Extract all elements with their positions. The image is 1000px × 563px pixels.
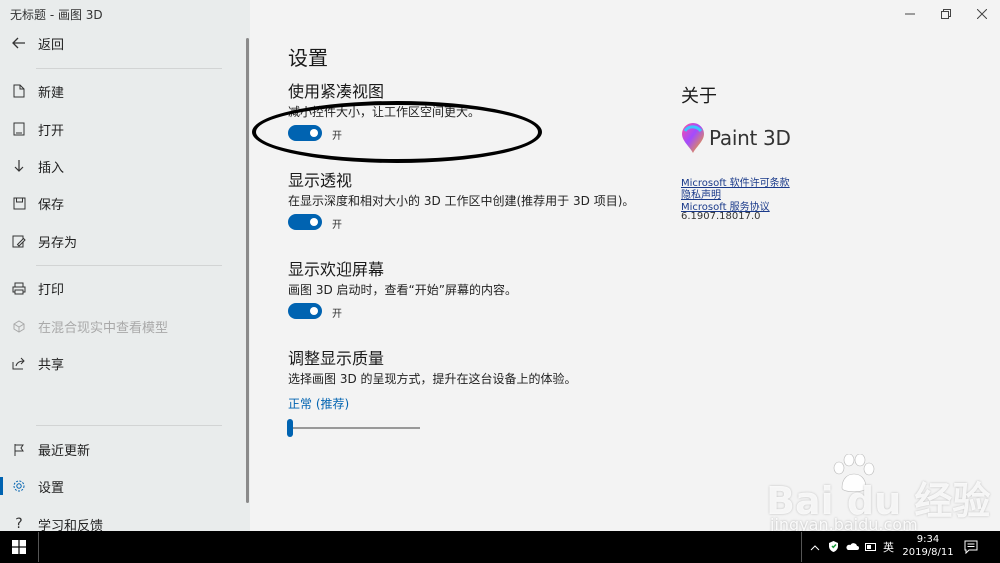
sidebar-item-label: 插入 — [38, 160, 65, 176]
slider-thumb[interactable] — [287, 419, 293, 437]
perspective-state: 开 — [332, 220, 342, 231]
sidebar-item-whats-new[interactable]: 最近更新 — [0, 434, 244, 464]
sidebar-item-label: 最近更新 — [38, 443, 91, 459]
compact-view-title: 使用紧凑视图 — [288, 82, 385, 101]
new-file-icon — [0, 84, 38, 98]
windows-logo-icon — [12, 540, 26, 554]
taskbar: 英 9:34 2019/8/11 — [0, 531, 1000, 563]
display-quality-slider[interactable] — [288, 427, 420, 429]
sidebar-item-save-as[interactable]: 另存为 — [0, 226, 244, 256]
window-controls — [892, 0, 1000, 28]
sidebar-item-insert[interactable]: 插入 — [0, 151, 244, 181]
toggle-knob — [310, 307, 318, 315]
perspective-title: 显示透视 — [288, 171, 353, 190]
restore-button[interactable] — [928, 0, 964, 28]
minimize-icon — [905, 13, 915, 15]
perspective-desc: 在显示深度和相对大小的 3D 工作区中创建(推荐用于 3D 项目)。 — [288, 194, 635, 208]
sidebar-item-label: 设置 — [38, 480, 65, 496]
minimize-button[interactable] — [892, 0, 928, 28]
settings-panel: 设置 使用紧凑视图 减小控件大小，让工作区空间更大。 开 显示透视 在显示深度和… — [250, 0, 1000, 531]
page-title: 设置 — [288, 46, 328, 70]
notification-icon — [964, 540, 978, 555]
taskbar-clock[interactable]: 9:34 2019/8/11 — [900, 533, 956, 559]
paint3d-logo-text: Paint 3D — [709, 126, 791, 150]
security-shield-icon[interactable] — [828, 540, 839, 555]
insert-arrow-icon — [0, 159, 38, 173]
about-title: 关于 — [681, 86, 717, 107]
clock-time: 9:34 — [916, 534, 940, 545]
divider — [36, 68, 222, 69]
divider — [36, 265, 222, 266]
sidebar-scrollbar[interactable] — [246, 38, 249, 503]
save-icon — [0, 197, 38, 210]
display-quality-value: 正常 (推荐) — [288, 397, 350, 411]
sidebar-item-label: 另存为 — [38, 235, 78, 251]
sidebar-item-new[interactable]: 新建 — [0, 76, 244, 106]
battery-icon[interactable] — [865, 541, 877, 554]
annotation-ellipse — [252, 101, 542, 163]
ime-indicator[interactable]: 英 — [883, 539, 894, 555]
welcome-screen-desc: 画图 3D 启动时，查看“开始”屏幕的内容。 — [288, 283, 517, 297]
save-as-icon — [0, 235, 38, 248]
gear-icon — [0, 479, 38, 493]
sidebar-item-settings[interactable]: 设置 — [0, 471, 244, 501]
taskbar-search-box[interactable] — [38, 532, 802, 562]
start-button[interactable] — [0, 531, 38, 563]
open-file-icon — [0, 122, 38, 136]
printer-icon — [0, 282, 38, 295]
sidebar-item-open[interactable]: 打开 — [0, 114, 244, 144]
paint3d-logo-icon — [682, 123, 704, 153]
sidebar-item-save[interactable]: 保存 — [0, 188, 244, 218]
clock-date: 2019/8/11 — [902, 547, 954, 558]
sidebar: 无标题 - 画图 3D 返回 新建 打开 插入 保存 另存为 打印 在混合现实中… — [0, 0, 250, 534]
back-label: 返回 — [38, 37, 65, 53]
close-button[interactable] — [964, 0, 1000, 28]
paint3d-logo: Paint 3D — [681, 122, 791, 154]
sidebar-item-label: 在混合现实中查看模型 — [38, 320, 169, 336]
sidebar-item-mixed-reality: 在混合现实中查看模型 — [0, 311, 244, 341]
flag-icon — [0, 443, 38, 456]
welcome-screen-title: 显示欢迎屏幕 — [288, 260, 385, 279]
window-title: 无标题 - 画图 3D — [10, 8, 103, 22]
share-icon — [0, 357, 38, 370]
welcome-screen-state: 开 — [332, 309, 342, 320]
action-center-button[interactable] — [964, 539, 978, 558]
mixed-reality-icon — [0, 319, 38, 333]
sidebar-item-label: 打开 — [38, 123, 65, 139]
display-quality-title: 调整显示质量 — [288, 349, 385, 368]
sidebar-item-label: 保存 — [38, 197, 65, 213]
back-arrow-icon — [0, 36, 38, 50]
close-icon — [977, 9, 987, 19]
sidebar-item-label: 共享 — [38, 357, 65, 373]
sidebar-item-print[interactable]: 打印 — [0, 273, 244, 303]
restore-icon — [941, 9, 951, 19]
system-tray: 英 — [810, 531, 894, 563]
perspective-toggle[interactable] — [288, 214, 322, 230]
onedrive-cloud-icon[interactable] — [845, 541, 859, 554]
sidebar-item-label: 打印 — [38, 282, 65, 298]
version-text: 6.1907.18017.0 — [681, 211, 761, 222]
welcome-screen-toggle[interactable] — [288, 303, 322, 319]
sidebar-item-share[interactable]: 共享 — [0, 348, 244, 378]
divider — [36, 425, 222, 426]
back-button[interactable]: 返回 — [0, 28, 244, 58]
toggle-knob — [310, 218, 318, 226]
chevron-up-icon[interactable] — [810, 541, 820, 554]
question-icon: ? — [15, 516, 23, 532]
display-quality-desc: 选择画图 3D 的呈现方式，提升在这台设备上的体验。 — [288, 372, 577, 386]
sidebar-item-label: 新建 — [38, 85, 65, 101]
